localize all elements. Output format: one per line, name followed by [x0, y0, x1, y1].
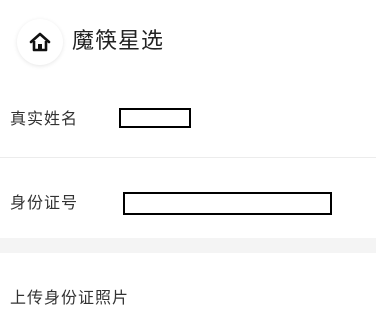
id-number-label: 身份证号: [10, 193, 79, 212]
real-name-label: 真实姓名: [10, 109, 79, 128]
header: 魔筷星选: [0, 0, 376, 84]
real-name-row: 真实姓名: [0, 96, 376, 156]
home-button[interactable]: [17, 19, 63, 65]
section-gap: [0, 238, 376, 253]
upload-id-photo-label: 上传身份证照片: [10, 288, 130, 307]
home-icon: [29, 32, 51, 52]
page-title: 魔筷星选: [72, 29, 165, 54]
id-number-input[interactable]: [123, 192, 332, 215]
real-name-input[interactable]: [119, 108, 191, 128]
id-number-row: 身份证号: [0, 158, 376, 238]
upload-id-photo-row[interactable]: 上传身份证照片: [0, 253, 376, 321]
